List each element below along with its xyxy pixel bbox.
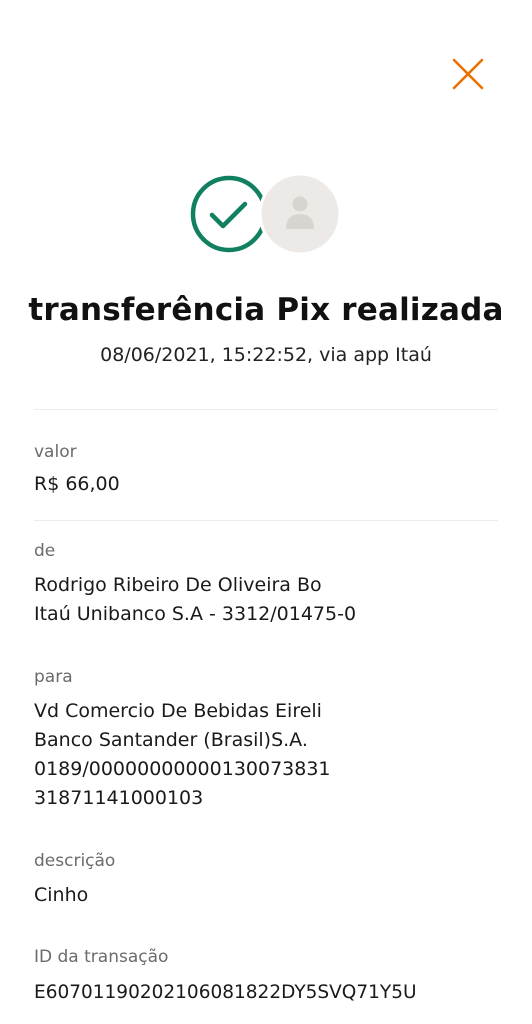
sender-details: Rodrigo Ribeiro De Oliveira Bo Itaú Unib…	[34, 571, 356, 629]
sender-label: de	[34, 541, 56, 561]
recipient-document: 31871141000103	[34, 787, 204, 809]
recipient-bank: Banco Santander (Brasil)S.A.	[34, 729, 308, 751]
recipient-label: para	[34, 667, 73, 687]
recipient-name: Vd Comercio De Bebidas Eireli	[34, 700, 322, 722]
transaction-id-value: E60701190202106081822DY5SVQ71Y5U	[34, 982, 417, 1003]
check-circle-icon	[190, 175, 268, 253]
amount-value: R$ 66,00	[34, 473, 120, 495]
description-value: Cinho	[34, 884, 89, 906]
divider	[34, 520, 498, 521]
sender-name: Rodrigo Ribeiro De Oliveira Bo	[34, 574, 322, 596]
transaction-datetime: 08/06/2021, 15:22:52, via app Itaú	[100, 344, 432, 366]
amount-label: valor	[34, 442, 77, 462]
close-button[interactable]	[450, 56, 486, 92]
page-title: transferência Pix realizada	[28, 292, 504, 328]
recipient-details: Vd Comercio De Bebidas Eireli Banco Sant…	[34, 697, 331, 813]
recipient-avatar	[258, 172, 342, 256]
recipient-account: 0189/00000000000130073831	[34, 758, 331, 780]
close-icon	[452, 58, 484, 90]
transaction-id-label: ID da transação	[34, 947, 169, 967]
status-avatars	[190, 172, 342, 256]
sender-bank: Itaú Unibanco S.A - 3312/01475-0	[34, 603, 357, 625]
description-label: descrição	[34, 851, 116, 871]
divider	[34, 409, 498, 410]
